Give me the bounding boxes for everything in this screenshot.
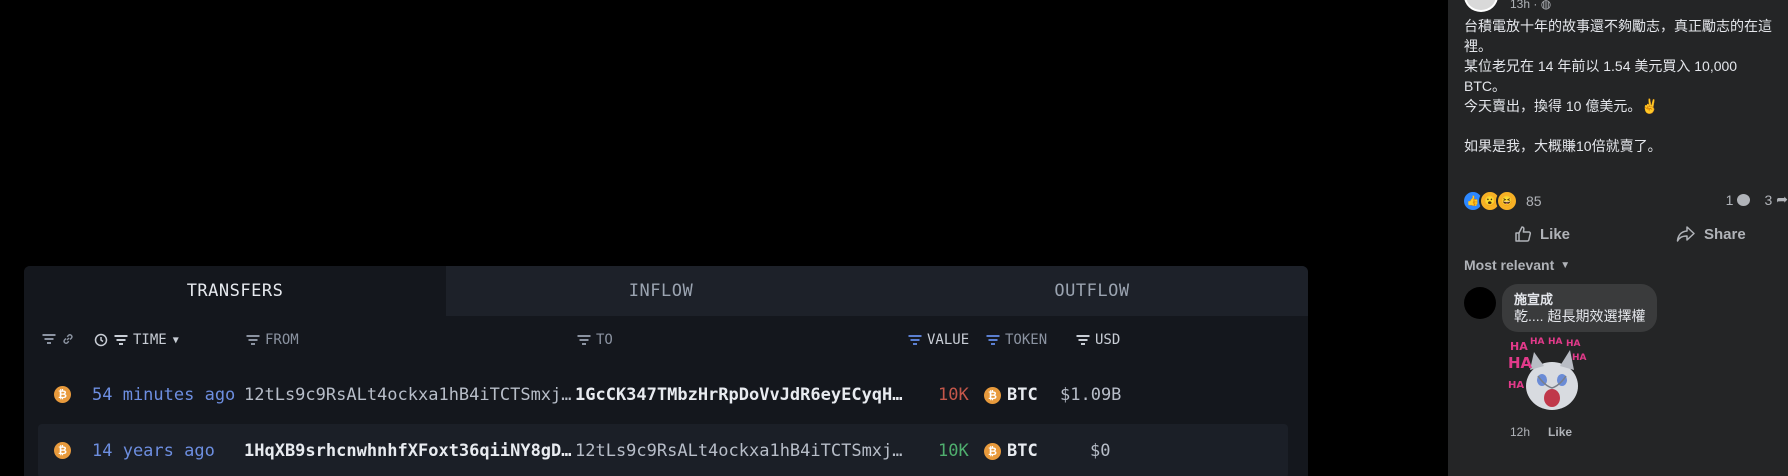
to-header-label: TO (596, 332, 613, 348)
token-header-label: TOKEN (1005, 332, 1048, 348)
comment-like-button[interactable]: Like (1548, 425, 1572, 439)
filter-icon (908, 335, 921, 345)
clock-icon (94, 333, 108, 347)
commenter-avatar[interactable] (1464, 287, 1496, 319)
reaction-count: 85 (1526, 193, 1542, 209)
svg-text:HA: HA (1508, 354, 1533, 372)
comment-sort-dropdown[interactable]: Most relevant ▼ (1464, 257, 1570, 273)
svg-text:HA: HA (1572, 353, 1587, 363)
comment-actions: 12h Like (1510, 425, 1572, 439)
time-header[interactable]: TIME ▼ (94, 332, 179, 348)
like-button[interactable]: Like (1514, 225, 1570, 243)
tab-outflow[interactable]: OUTFLOW (876, 266, 1308, 316)
from-header-label: FROM (265, 332, 299, 348)
share-count[interactable]: 3 ➦ (1764, 191, 1788, 208)
share-button[interactable]: Share (1676, 225, 1746, 243)
row-token-label: BTC (1007, 441, 1038, 461)
row-usd: $1.09B (1060, 385, 1122, 405)
share-label: Share (1704, 225, 1746, 243)
thumbs-up-icon (1515, 226, 1532, 242)
row-value: 10K (938, 385, 969, 405)
post-timestamp[interactable]: 13h (1510, 0, 1530, 11)
table-row[interactable]: ₿ 54 minutes ago 12tLs9c9RsALt4ockxa1hB4… (38, 368, 1288, 422)
svg-text:HA: HA (1530, 337, 1545, 347)
filter-icon (246, 335, 259, 345)
row-time[interactable]: 54 minutes ago (92, 385, 235, 405)
row-value: 10K (938, 441, 969, 461)
post-actions: Like Share (1448, 217, 1788, 251)
globe-icon: · ◍ (1533, 0, 1552, 11)
table-header: TIME ▼ FROM TO VALUE TOKEN USD (24, 316, 1308, 364)
post-line: 如果是我，大概賺10倍就賣了。 (1464, 138, 1662, 154)
haha-cat-sticker: HA HA HA HA HA HA HA (1508, 337, 1587, 410)
comment-bubble: 施宣成 乾.... 超長期效選擇權 (1502, 284, 1658, 332)
filter-icon (42, 334, 55, 344)
haha-reaction-icon: 😆 (1496, 190, 1518, 212)
sort-label: Most relevant (1464, 257, 1555, 273)
comment-text: 乾.... 超長期效選擇權 (1514, 308, 1646, 324)
post-line: 今天賣出，換得 10 億美元。✌️ (1464, 98, 1659, 114)
bitcoin-icon: ₿ (984, 386, 1001, 404)
comment-icon (1737, 193, 1751, 206)
share-icon (1676, 226, 1695, 242)
filter-icon (577, 335, 590, 345)
bitcoin-icon: ₿ (54, 386, 71, 403)
tab-transfers[interactable]: TRANSFERS (24, 266, 446, 316)
filter-icon (114, 335, 127, 345)
tab-inflow[interactable]: INFLOW (446, 266, 876, 316)
filter-icon (1076, 335, 1089, 345)
post-line: 台積電放十年的故事還不夠勵志，真正勵志的在這裡。 (1464, 18, 1772, 54)
table-row[interactable]: ₿ 14 years ago 1HqXB9srhcnwhnhfXFoxt36qi… (38, 424, 1288, 476)
row-usd: $0 (1090, 441, 1111, 461)
transfers-panel: TRANSFERS INFLOW OUTFLOW TIME ▼ FROM TO … (24, 266, 1308, 476)
bitcoin-icon: ₿ (984, 442, 1001, 460)
share-small-icon: ➦ (1776, 191, 1788, 207)
row-time[interactable]: 14 years ago (92, 441, 215, 461)
row-token[interactable]: ₿ BTC (984, 385, 1038, 405)
comment-count[interactable]: 1 (1726, 191, 1751, 208)
usd-header-label: USD (1095, 332, 1121, 348)
svg-text:HA: HA (1566, 339, 1581, 349)
comment-count-value: 1 (1725, 191, 1734, 208)
facebook-post: 13h · ◍ 台積電放十年的故事還不夠勵志，真正勵志的在這裡。 某位老兄在 1… (1448, 0, 1788, 476)
row-to-address[interactable]: 1GcCK347TMbzHrRpDoVvJdR6eyECyqH… (575, 385, 903, 405)
transfer-tabs: TRANSFERS INFLOW OUTFLOW (24, 266, 1308, 316)
commenter-name[interactable]: 施宣成 (1514, 291, 1645, 308)
post-text: 台積電放十年的故事還不夠勵志，真正勵志的在這裡。 某位老兄在 14 年前以 1.… (1464, 16, 1782, 156)
share-count-value: 3 (1764, 191, 1773, 208)
caret-down-icon: ▼ (1560, 259, 1571, 271)
post-meta: 13h · ◍ (1510, 0, 1551, 11)
svg-text:HA: HA (1548, 337, 1563, 347)
svg-text:HA: HA (1510, 340, 1528, 353)
value-header[interactable]: VALUE (908, 332, 969, 348)
row-from-address[interactable]: 12tLs9c9RsALt4ockxa1hB4iTCTSmxj… (244, 385, 572, 405)
post-line: 某位老兄在 14 年前以 1.54 美元買入 10,000 BTC。 (1464, 58, 1738, 94)
from-header[interactable]: FROM (246, 332, 299, 348)
like-label: Like (1540, 225, 1571, 243)
comment-time[interactable]: 12h (1510, 425, 1530, 439)
usd-header[interactable]: USD (1076, 332, 1120, 348)
row-to-address[interactable]: 12tLs9c9RsALt4ockxa1hB4iTCTSmxj… (575, 441, 903, 461)
row-token[interactable]: ₿ BTC (984, 441, 1038, 461)
reactions-summary[interactable]: 👍 😮 😆 85 (1462, 190, 1542, 212)
engagement-counts: 1 3 ➦ (1726, 191, 1788, 208)
bitcoin-icon: ₿ (54, 442, 71, 459)
caret-down-icon: ▼ (172, 334, 179, 346)
token-header[interactable]: TOKEN (986, 332, 1047, 348)
to-header[interactable]: TO (577, 332, 613, 348)
row-from-address[interactable]: 1HqXB9srhcnwhnhfXFoxt36qiiNY8gD… (244, 441, 572, 461)
link-icon (63, 334, 73, 344)
row-token-label: BTC (1007, 385, 1038, 405)
filter-icon (986, 335, 999, 345)
value-header-label: VALUE (927, 332, 970, 348)
svg-text:HA: HA (1508, 380, 1524, 391)
avatar[interactable] (1464, 0, 1498, 12)
filter-link-header[interactable] (42, 332, 75, 346)
time-header-label: TIME (133, 332, 167, 348)
